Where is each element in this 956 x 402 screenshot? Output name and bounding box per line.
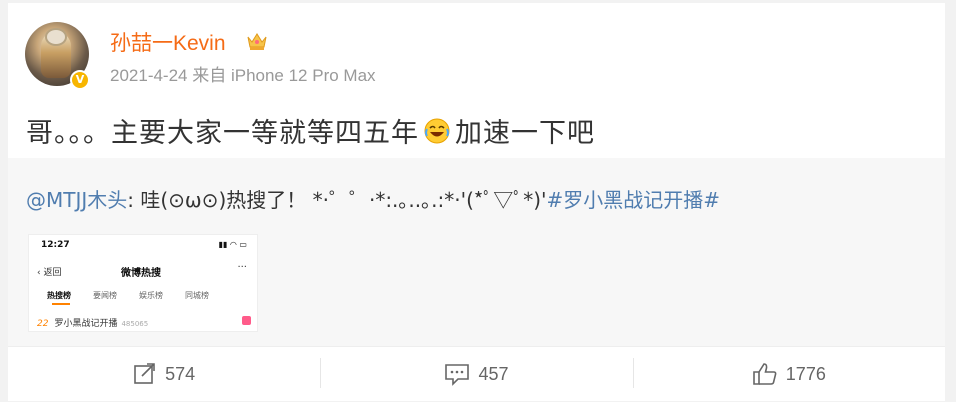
hot-search-row: 22 罗小黑战记开播 485065 — [37, 316, 251, 329]
hot-search-title: 微博热搜 — [121, 268, 161, 279]
hot-badge-icon — [242, 316, 251, 325]
repost-body: : 哇(⊙ω⊙)热搜了！ *·゜゜·*:.｡..｡.:*·'(*ﾟ▽ﾟ*)' — [127, 188, 547, 212]
repost-count: 574 — [165, 363, 196, 384]
hot-search-item: 罗小黑战记开播 — [54, 319, 118, 329]
repost-button[interactable]: 574 — [8, 347, 320, 401]
phone-time: 12:27 — [41, 240, 70, 250]
repost-section: @MTJJ木头: 哇(⊙ω⊙)热搜了！ *·゜゜·*:.｡..｡.:*·'(*ﾟ… — [8, 158, 945, 346]
like-count: 1776 — [785, 363, 826, 384]
verified-badge-icon: V — [70, 70, 90, 90]
post-content: 哥。。。主要大家一等就等四五年 加速一下吧 — [26, 111, 595, 150]
rank-number: 22 — [37, 319, 49, 329]
username[interactable]: 孙喆一Kevin — [110, 27, 226, 57]
repost-text: @MTJJ木头: 哇(⊙ω⊙)热搜了！ *·゜゜·*:.｡..｡.:*·'(*ﾟ… — [26, 184, 720, 213]
weibo-post-card: V 孙喆一Kevin 2021-4-24 来自 iPhone 12 Pro Ma… — [8, 3, 945, 401]
post-content-text-2: 加速一下吧 — [455, 118, 595, 149]
hot-search-tabs: 热搜榜 要闻榜 娱乐榜 同城榜 — [47, 290, 247, 305]
comment-count: 457 — [478, 363, 509, 384]
share-icon — [134, 363, 155, 384]
comment-icon — [445, 364, 470, 386]
repost-image-thumbnail[interactable]: 12:27 ▮▮ ◠ ▭ ‹ 返回 微博热搜 ··· 热搜榜 要闻榜 娱乐榜 同… — [28, 234, 258, 332]
hot-search-count: 485065 — [121, 320, 149, 328]
laugh-cry-emoji-icon — [424, 118, 450, 144]
post-content-text: 哥。。。主要大家一等就等四五年 — [26, 118, 419, 149]
more-icon: ··· — [237, 262, 247, 273]
thumbs-up-icon — [752, 363, 777, 385]
like-button[interactable]: 1776 — [632, 347, 945, 401]
phone-status-icons: ▮▮ ◠ ▭ — [218, 240, 247, 249]
crown-icon — [247, 33, 267, 50]
tab-entertainment: 娱乐榜 — [139, 291, 163, 300]
back-link: ‹ 返回 — [37, 268, 62, 278]
tab-news: 要闻榜 — [93, 291, 117, 300]
avatar-helmet — [45, 28, 67, 46]
tab-hot: 热搜榜 — [47, 291, 71, 305]
action-bar: 574 457 1776 — [8, 346, 945, 401]
topic-link[interactable]: #罗小黑战记开播# — [547, 188, 721, 212]
mention-link[interactable]: @MTJJ木头 — [26, 188, 127, 212]
post-header: V 孙喆一Kevin 2021-4-24 来自 iPhone 12 Pro Ma… — [8, 3, 945, 158]
post-meta: 2021-4-24 来自 iPhone 12 Pro Max — [110, 66, 376, 85]
tab-local: 同城榜 — [185, 291, 209, 300]
comment-button[interactable]: 457 — [320, 347, 632, 401]
